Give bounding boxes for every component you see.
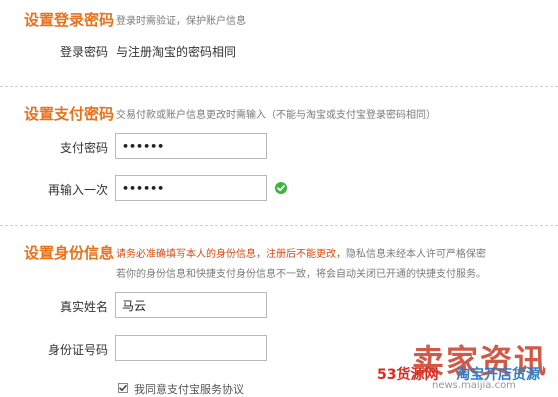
- agree-checkbox[interactable]: [118, 383, 128, 393]
- divider: [0, 225, 558, 226]
- identity-privacy-text: 隐私信息未经本人许可严格保密: [346, 249, 486, 260]
- pay-password-field[interactable]: [115, 133, 267, 159]
- checkmark-success-icon: [275, 182, 287, 194]
- watermark-source-left: 53货源网: [377, 367, 439, 383]
- confirm-password-field[interactable]: [115, 175, 267, 201]
- identity-warning-text: 请务必准确填写本人的身份信息，注册后不能更改，: [116, 249, 346, 260]
- pay-password-label: 支付密码: [59, 141, 108, 155]
- pay-section-hint: 交易付款或账户信息更改时需输入（不能与淘宝或支付宝登录密码相同）: [116, 110, 436, 121]
- confirm-password-label: 再输入一次: [47, 183, 108, 197]
- real-name-field[interactable]: [115, 292, 267, 318]
- pay-section-title: 设置支付密码: [24, 105, 115, 123]
- login-password-label: 登录密码: [59, 45, 108, 59]
- agree-text: 我同意支付宝服务协议: [134, 381, 244, 397]
- id-number-label: 身份证号码: [47, 343, 108, 357]
- login-section-hint: 登录时需验证，保护账户信息: [116, 16, 246, 27]
- login-password-note: 与注册淘宝的密码相同: [116, 45, 237, 59]
- divider: [0, 86, 558, 87]
- identity-section-title: 设置身份信息: [24, 244, 115, 262]
- real-name-label: 真实姓名: [59, 300, 108, 314]
- identity-hint-line2: 若你的身份信息和快捷支付身份信息不一致，将会自动关闭已开通的快捷支付服务。: [116, 269, 486, 280]
- id-number-field[interactable]: [115, 335, 267, 361]
- service-agreement-link[interactable]: 支付宝服务协议: [167, 383, 244, 396]
- watermark-url: news.maijia.com: [432, 380, 516, 391]
- identity-hint-line1: 请务必准确填写本人的身份信息，注册后不能更改，隐私信息未经本人许可严格保密: [116, 245, 486, 260]
- login-section-title: 设置登录密码: [24, 11, 115, 29]
- agree-prefix: 我同意: [134, 383, 167, 396]
